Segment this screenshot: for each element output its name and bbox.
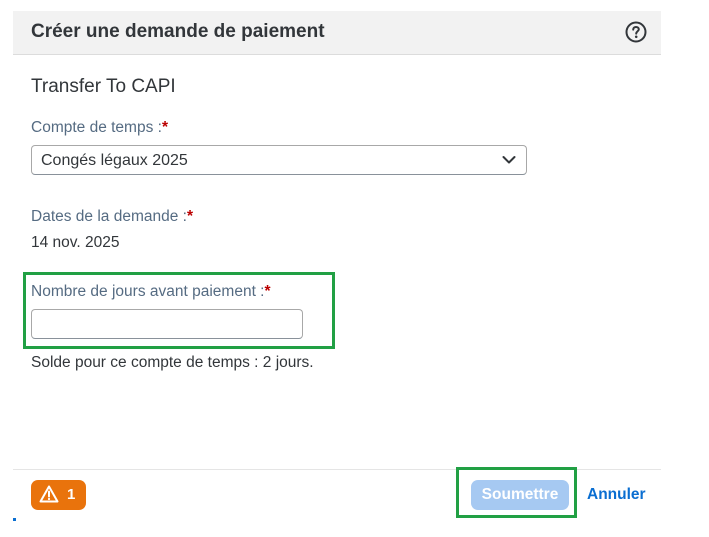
required-marker: *	[186, 208, 194, 225]
required-marker: *	[264, 283, 271, 300]
request-dates-label-text: Dates de la demande :	[31, 208, 187, 225]
help-icon[interactable]	[625, 21, 647, 43]
chevron-down-icon[interactable]	[502, 155, 516, 165]
payment-request-dialog: Créer une demande de paiement Transfer T…	[13, 11, 661, 525]
warning-count: 1	[67, 486, 76, 503]
days-before-payment-label: Nombre de jours avant paiement :*	[31, 283, 271, 301]
warning-icon	[39, 485, 59, 503]
cancel-button[interactable]: Annuler	[587, 480, 646, 510]
dialog-subtitle: Transfer To CAPI	[31, 76, 176, 97]
corner-marker	[13, 518, 16, 521]
request-dates-value: 14 nov. 2025	[31, 234, 120, 251]
required-marker: *	[161, 119, 168, 136]
time-account-value: Congés légaux 2025	[41, 152, 188, 169]
dialog-header: Créer une demande de paiement	[13, 11, 661, 55]
submit-button[interactable]: Soumettre	[471, 480, 569, 510]
dialog-title: Créer une demande de paiement	[31, 21, 325, 42]
warning-badge[interactable]: 1	[31, 480, 86, 510]
time-account-select[interactable]: Congés légaux 2025	[31, 145, 527, 175]
time-account-label: Compte de temps :*	[31, 119, 168, 137]
time-account-label-text: Compte de temps :	[31, 119, 162, 136]
balance-text: Solde pour ce compte de temps : 2 jours.	[31, 354, 314, 371]
days-before-payment-label-text: Nombre de jours avant paiement :	[31, 283, 265, 300]
days-before-payment-input[interactable]	[31, 309, 303, 339]
request-dates-label: Dates de la demande :*	[31, 208, 193, 226]
